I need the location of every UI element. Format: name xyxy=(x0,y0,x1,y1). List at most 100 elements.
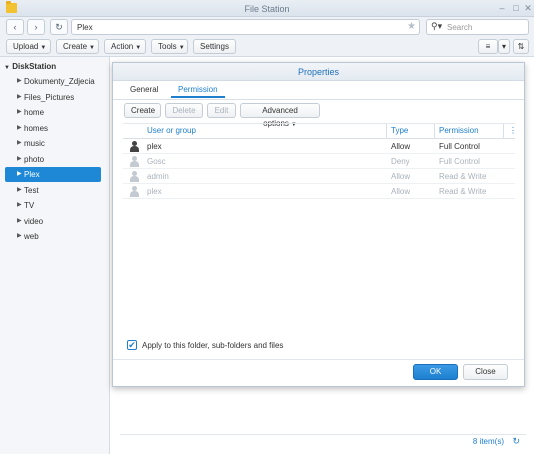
status-bar: 8 item(s) ↻ xyxy=(120,434,526,446)
dialog-title: Properties xyxy=(113,63,524,81)
user-name: plex xyxy=(147,187,162,196)
caret-right-icon: ▶ xyxy=(17,140,22,146)
sort-icon[interactable]: ⇅ xyxy=(513,39,529,54)
item-count: 8 item(s) xyxy=(472,437,504,446)
ok-button[interactable]: OK xyxy=(413,364,458,380)
sidebar-item[interactable]: ▶ music xyxy=(5,136,101,151)
sidebar-item-label: TV xyxy=(24,201,35,210)
navigation-bar: ‹ › ↻ Plex ★ ⚲▾ Search xyxy=(0,17,534,37)
column-menu-icon[interactable]: ⋮ xyxy=(509,126,517,135)
star-icon[interactable]: ★ xyxy=(407,21,416,32)
apply-subfolders-checkbox[interactable]: ✔ xyxy=(127,340,137,350)
permission-level: Full Control xyxy=(439,157,480,166)
chevron-down-icon: ▼ xyxy=(40,45,47,51)
advanced-options-button[interactable]: Advanced options▼ xyxy=(240,103,320,128)
caret-right-icon: ▶ xyxy=(17,109,22,115)
permission-level: Read & Write xyxy=(439,172,487,181)
table-row[interactable]: admin Allow Read & Write xyxy=(123,169,515,184)
sidebar-item-label: Dokumenty_Zdjecia xyxy=(24,77,95,86)
user-icon xyxy=(129,141,139,152)
user-icon xyxy=(129,171,139,182)
permission-level: Read & Write xyxy=(439,187,487,196)
chevron-down-icon: ▼ xyxy=(135,45,142,51)
create-button[interactable]: Create ▼ xyxy=(56,39,99,54)
create-label: Create xyxy=(63,42,88,51)
user-name: admin xyxy=(147,172,169,181)
sidebar-item[interactable]: ▶ photo xyxy=(5,152,101,167)
permission-type: Allow xyxy=(391,187,411,196)
upload-button[interactable]: Upload ▼ xyxy=(6,39,51,54)
apply-subfolders-label[interactable]: Apply to this folder, sub-folders and fi… xyxy=(142,341,283,350)
forward-button[interactable]: › xyxy=(27,19,45,35)
search-input[interactable]: ⚲▾ Search xyxy=(426,19,529,35)
minimize-icon[interactable]: – xyxy=(496,2,508,14)
close-icon[interactable]: ✕ xyxy=(522,2,534,14)
sidebar-item-label: Plex xyxy=(24,170,40,179)
sidebar-item-label: Test xyxy=(24,186,39,195)
upload-label: Upload xyxy=(13,42,39,51)
permission-type: Deny xyxy=(391,157,410,166)
user-name: plex xyxy=(147,142,162,151)
maximize-icon[interactable]: □ xyxy=(510,2,522,14)
chevron-down-icon: ▼ xyxy=(89,45,95,51)
refresh-button[interactable]: ↻ xyxy=(50,19,68,35)
caret-right-icon: ▶ xyxy=(17,125,22,131)
refresh-icon[interactable]: ↻ xyxy=(512,436,520,447)
tab-permission[interactable]: Permission xyxy=(171,82,225,98)
window-title: File Station xyxy=(244,4,290,14)
sidebar-item-label: photo xyxy=(24,155,45,164)
sidebar-item[interactable]: ▶ web xyxy=(5,229,101,244)
path-field[interactable]: Plex ★ xyxy=(71,19,420,35)
caret-right-icon: ▶ xyxy=(17,156,22,162)
sidebar-item-label: Files_Pictures xyxy=(24,93,75,102)
caret-right-icon: ▶ xyxy=(17,171,22,177)
list-view-icon[interactable]: ≡ xyxy=(478,39,498,54)
sidebar-item-label: video xyxy=(24,217,44,226)
edit-permission-button[interactable]: Edit xyxy=(207,103,236,118)
create-permission-button[interactable]: Create xyxy=(124,103,161,118)
caret-right-icon: ▶ xyxy=(17,202,22,208)
caret-right-icon: ▶ xyxy=(17,233,22,239)
column-user[interactable]: User or group xyxy=(147,124,196,138)
close-button[interactable]: Close xyxy=(463,364,508,380)
table-row[interactable]: plex Allow Read & Write xyxy=(123,184,515,199)
sidebar-item-label: homes xyxy=(24,124,49,133)
sidebar-item[interactable]: ▶ homes xyxy=(5,121,101,136)
permission-level: Full Control xyxy=(439,142,480,151)
settings-button[interactable]: Settings xyxy=(193,39,236,54)
tools-label: Tools xyxy=(158,42,177,51)
tools-button[interactable]: Tools ▼ xyxy=(151,39,188,54)
sidebar-item[interactable]: ▶ Dokumenty_Zdjecia xyxy=(5,74,101,89)
user-icon xyxy=(129,186,139,197)
sidebar-item-label: web xyxy=(24,232,39,241)
permission-type: Allow xyxy=(391,142,411,151)
search-icon[interactable]: ⚲▾ xyxy=(431,21,442,32)
caret-right-icon: ▶ xyxy=(17,218,22,224)
caret-right-icon: ▶ xyxy=(17,78,22,84)
view-menu-icon[interactable]: ▾ xyxy=(498,39,510,54)
user-icon xyxy=(129,156,139,167)
sidebar-item[interactable]: ▶ Test xyxy=(5,183,101,198)
path-text: Plex xyxy=(77,23,93,32)
sidebar-item[interactable]: ▶ Files_Pictures xyxy=(5,90,101,105)
delete-permission-button[interactable]: Delete xyxy=(165,103,203,118)
table-row[interactable]: plex Allow Full Control xyxy=(123,139,515,154)
column-type[interactable]: Type xyxy=(391,124,408,138)
sidebar-item[interactable]: ▶ home xyxy=(5,105,101,120)
column-divider xyxy=(503,124,504,138)
sidebar: ▼ DiskStation ▶ Dokumenty_Zdjecia ▶ Files_… xyxy=(0,57,110,454)
tree-root[interactable]: ▼ DiskStation xyxy=(4,62,56,71)
tab-general[interactable]: General xyxy=(123,82,165,98)
tree-root-label: DiskStation xyxy=(12,62,57,71)
sidebar-item[interactable]: ▶ TV xyxy=(5,198,101,213)
chevron-down-icon: ▼ xyxy=(178,45,185,51)
user-name: Gosc xyxy=(147,157,166,166)
back-button[interactable]: ‹ xyxy=(6,19,24,35)
column-permission[interactable]: Permission xyxy=(439,124,479,138)
sidebar-item[interactable]: ▶ video xyxy=(5,214,101,229)
sidebar-item-selected[interactable]: ▶ Plex xyxy=(5,167,101,182)
sidebar-item-label: home xyxy=(24,108,45,117)
action-button[interactable]: Action ▼ xyxy=(104,39,146,54)
action-label: Action xyxy=(111,42,134,51)
table-row[interactable]: Gosc Deny Full Control xyxy=(123,154,515,169)
